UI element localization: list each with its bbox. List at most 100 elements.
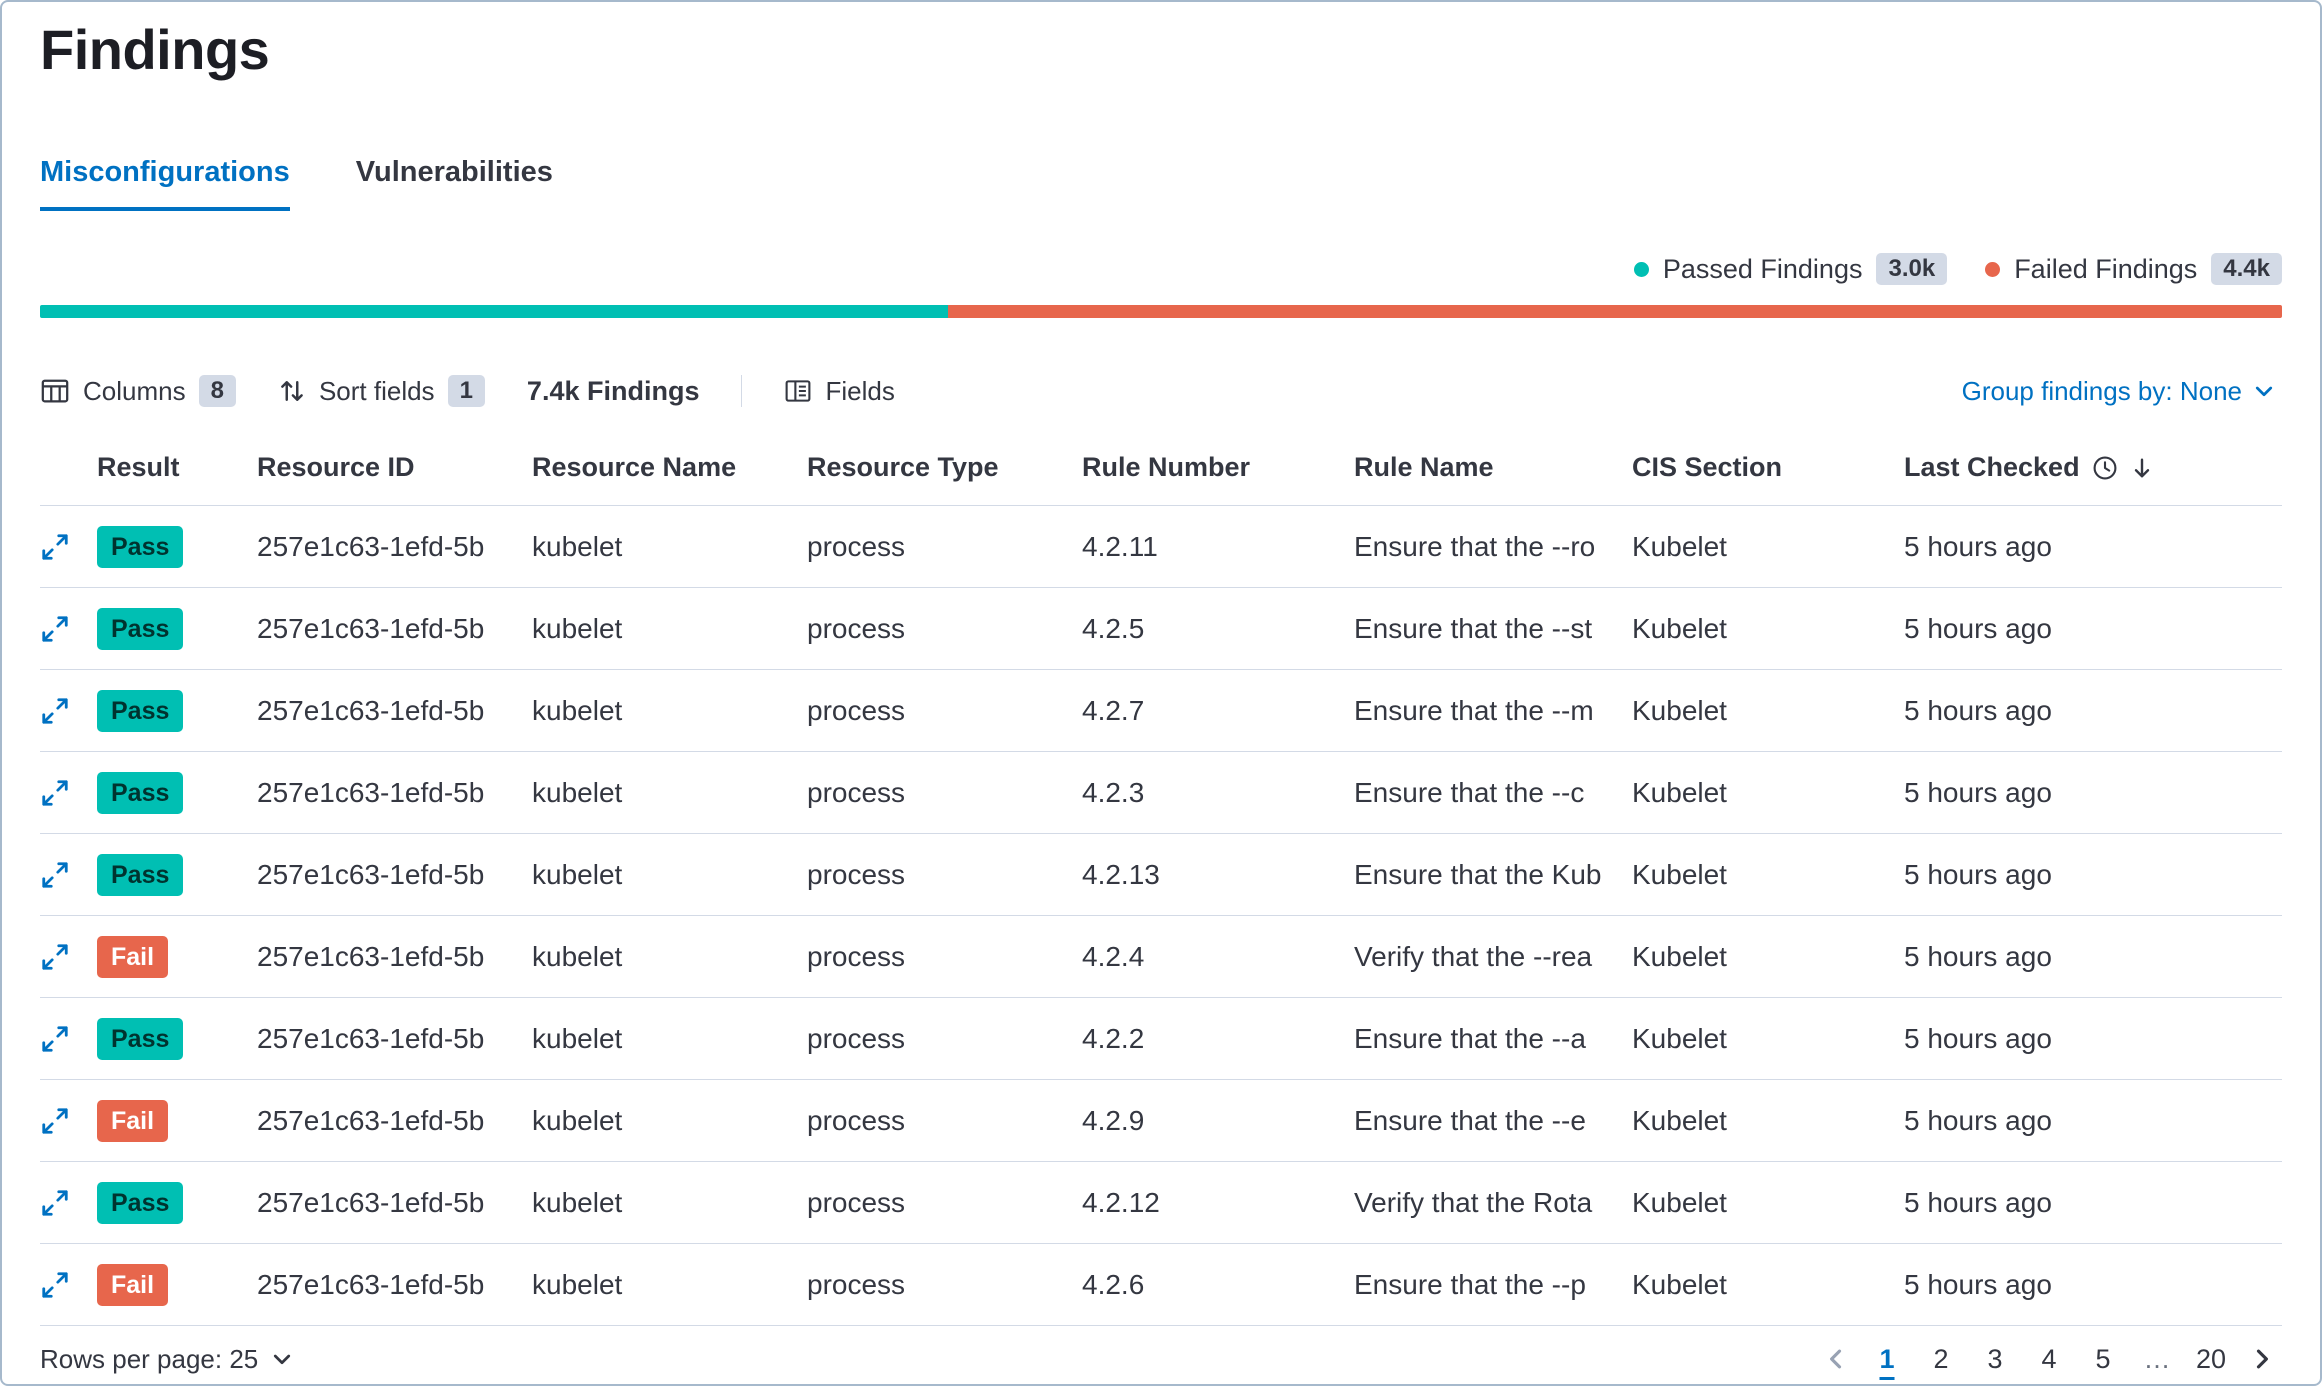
cis-section-column-header[interactable]: CIS Section	[1632, 414, 1904, 506]
expand-cell	[40, 588, 97, 670]
previous-page-button[interactable]	[1816, 1345, 1856, 1373]
expand-finding-button[interactable]	[40, 1270, 70, 1300]
resource-name-cell: kubelet	[532, 670, 807, 752]
pagination-page-button[interactable]: 20	[2188, 1336, 2234, 1382]
resource-type-cell: process	[807, 506, 1082, 588]
rule-name-cell: Verify that the Rota	[1354, 1162, 1632, 1244]
rule-name-cell: Ensure that the --a	[1354, 998, 1632, 1080]
expand-cell	[40, 1244, 97, 1326]
tabs: Misconfigurations Vulnerabilities	[40, 156, 2282, 211]
expand-cell	[40, 506, 97, 588]
resource-id-cell: 257e1c63-1efd-5b	[257, 752, 532, 834]
rule-name-cell: Ensure that the --p	[1354, 1244, 1632, 1326]
next-page-button[interactable]	[2242, 1345, 2282, 1373]
resource-name-cell: kubelet	[532, 834, 807, 916]
last-checked-cell: 5 hours ago	[1904, 506, 2282, 588]
passed-findings-label: Passed Findings	[1663, 254, 1863, 285]
tab-misconfigurations[interactable]: Misconfigurations	[40, 156, 290, 211]
rule-number-cell: 4.2.4	[1082, 916, 1354, 998]
rule-number-cell: 4.2.11	[1082, 506, 1354, 588]
expand-icon	[40, 1188, 70, 1218]
columns-icon	[40, 376, 70, 406]
chevron-left-icon	[1822, 1345, 1850, 1373]
rule-number-cell: 4.2.6	[1082, 1244, 1354, 1326]
expand-icon	[40, 696, 70, 726]
pagination-page-button[interactable]: 2	[1918, 1336, 1964, 1382]
resource-id-cell: 257e1c63-1efd-5b	[257, 916, 532, 998]
result-badge: Pass	[97, 1018, 183, 1060]
columns-label: Columns	[83, 376, 186, 407]
cis-section-cell: Kubelet	[1632, 588, 1904, 670]
group-findings-by-button[interactable]: Group findings by: None	[1956, 375, 2282, 408]
expand-finding-button[interactable]	[40, 1106, 70, 1136]
rule-number-cell: 4.2.3	[1082, 752, 1354, 834]
pagination-page-button[interactable]: 3	[1972, 1336, 2018, 1382]
last-checked-cell: 5 hours ago	[1904, 1162, 2282, 1244]
resource-name-column-header[interactable]: Resource Name	[532, 414, 807, 506]
table-row: Pass 257e1c63-1efd-5b kubelet process 4.…	[40, 1162, 2282, 1244]
pagination-page-button[interactable]: 5	[2080, 1336, 2126, 1382]
passed-findings-legend: Passed Findings 3.0k	[1634, 253, 1947, 285]
resource-id-cell: 257e1c63-1efd-5b	[257, 998, 532, 1080]
fields-button[interactable]: Fields	[784, 376, 894, 407]
resource-id-cell: 257e1c63-1efd-5b	[257, 1080, 532, 1162]
cis-section-cell: Kubelet	[1632, 506, 1904, 588]
resource-type-cell: process	[807, 588, 1082, 670]
rule-name-cell: Ensure that the --ro	[1354, 506, 1632, 588]
sort-fields-count-badge: 1	[448, 375, 485, 407]
rows-per-page-button[interactable]: Rows per page: 25	[40, 1344, 294, 1375]
tab-vulnerabilities[interactable]: Vulnerabilities	[356, 156, 553, 211]
expand-icon	[40, 1024, 70, 1054]
last-checked-cell: 5 hours ago	[1904, 588, 2282, 670]
page-title: Findings	[40, 18, 2282, 82]
expand-finding-button[interactable]	[40, 860, 70, 890]
rule-number-column-header[interactable]: Rule Number	[1082, 414, 1354, 506]
result-badge: Pass	[97, 526, 183, 568]
resource-id-cell: 257e1c63-1efd-5b	[257, 834, 532, 916]
expand-finding-button[interactable]	[40, 942, 70, 972]
expand-finding-button[interactable]	[40, 1024, 70, 1054]
result-column-header[interactable]: Result	[97, 414, 257, 506]
result-cell: Fail	[97, 1080, 257, 1162]
resource-id-cell: 257e1c63-1efd-5b	[257, 1162, 532, 1244]
cis-section-cell: Kubelet	[1632, 998, 1904, 1080]
expand-finding-button[interactable]	[40, 614, 70, 644]
result-cell: Pass	[97, 752, 257, 834]
rule-name-column-header[interactable]: Rule Name	[1354, 414, 1632, 506]
pagination-page-button[interactable]: 1	[1864, 1336, 1910, 1382]
failed-findings-label: Failed Findings	[2014, 254, 2197, 285]
pagination: 12345…20	[1816, 1336, 2282, 1382]
resource-name-cell: kubelet	[532, 506, 807, 588]
resource-name-cell: kubelet	[532, 752, 807, 834]
resource-id-cell: 257e1c63-1efd-5b	[257, 506, 532, 588]
expand-finding-button[interactable]	[40, 778, 70, 808]
expand-icon	[40, 942, 70, 972]
resource-type-cell: process	[807, 1162, 1082, 1244]
clock-icon	[2092, 455, 2118, 481]
chevron-down-icon	[2252, 379, 2276, 403]
rule-number-cell: 4.2.2	[1082, 998, 1354, 1080]
result-cell: Pass	[97, 998, 257, 1080]
expand-icon	[40, 778, 70, 808]
last-checked-column-header[interactable]: Last Checked	[1904, 414, 2282, 506]
table-row: Fail 257e1c63-1efd-5b kubelet process 4.…	[40, 1244, 2282, 1326]
expand-finding-button[interactable]	[40, 696, 70, 726]
result-cell: Fail	[97, 1244, 257, 1326]
rule-name-cell: Ensure that the --c	[1354, 752, 1632, 834]
expand-cell	[40, 834, 97, 916]
expand-finding-button[interactable]	[40, 1188, 70, 1218]
sort-fields-label: Sort fields	[319, 376, 435, 407]
resource-type-cell: process	[807, 834, 1082, 916]
resource-name-cell: kubelet	[532, 916, 807, 998]
last-checked-cell: 5 hours ago	[1904, 998, 2282, 1080]
cis-section-cell: Kubelet	[1632, 1080, 1904, 1162]
resource-id-column-header[interactable]: Resource ID	[257, 414, 532, 506]
expand-cell	[40, 752, 97, 834]
pagination-page-button[interactable]: 4	[2026, 1336, 2072, 1382]
expand-finding-button[interactable]	[40, 532, 70, 562]
findings-total: 7.4k Findings	[527, 376, 700, 407]
resource-type-column-header[interactable]: Resource Type	[807, 414, 1082, 506]
sort-fields-button[interactable]: Sort fields 1	[278, 375, 485, 407]
resource-id-cell: 257e1c63-1efd-5b	[257, 1244, 532, 1326]
columns-button[interactable]: Columns 8	[40, 375, 236, 407]
